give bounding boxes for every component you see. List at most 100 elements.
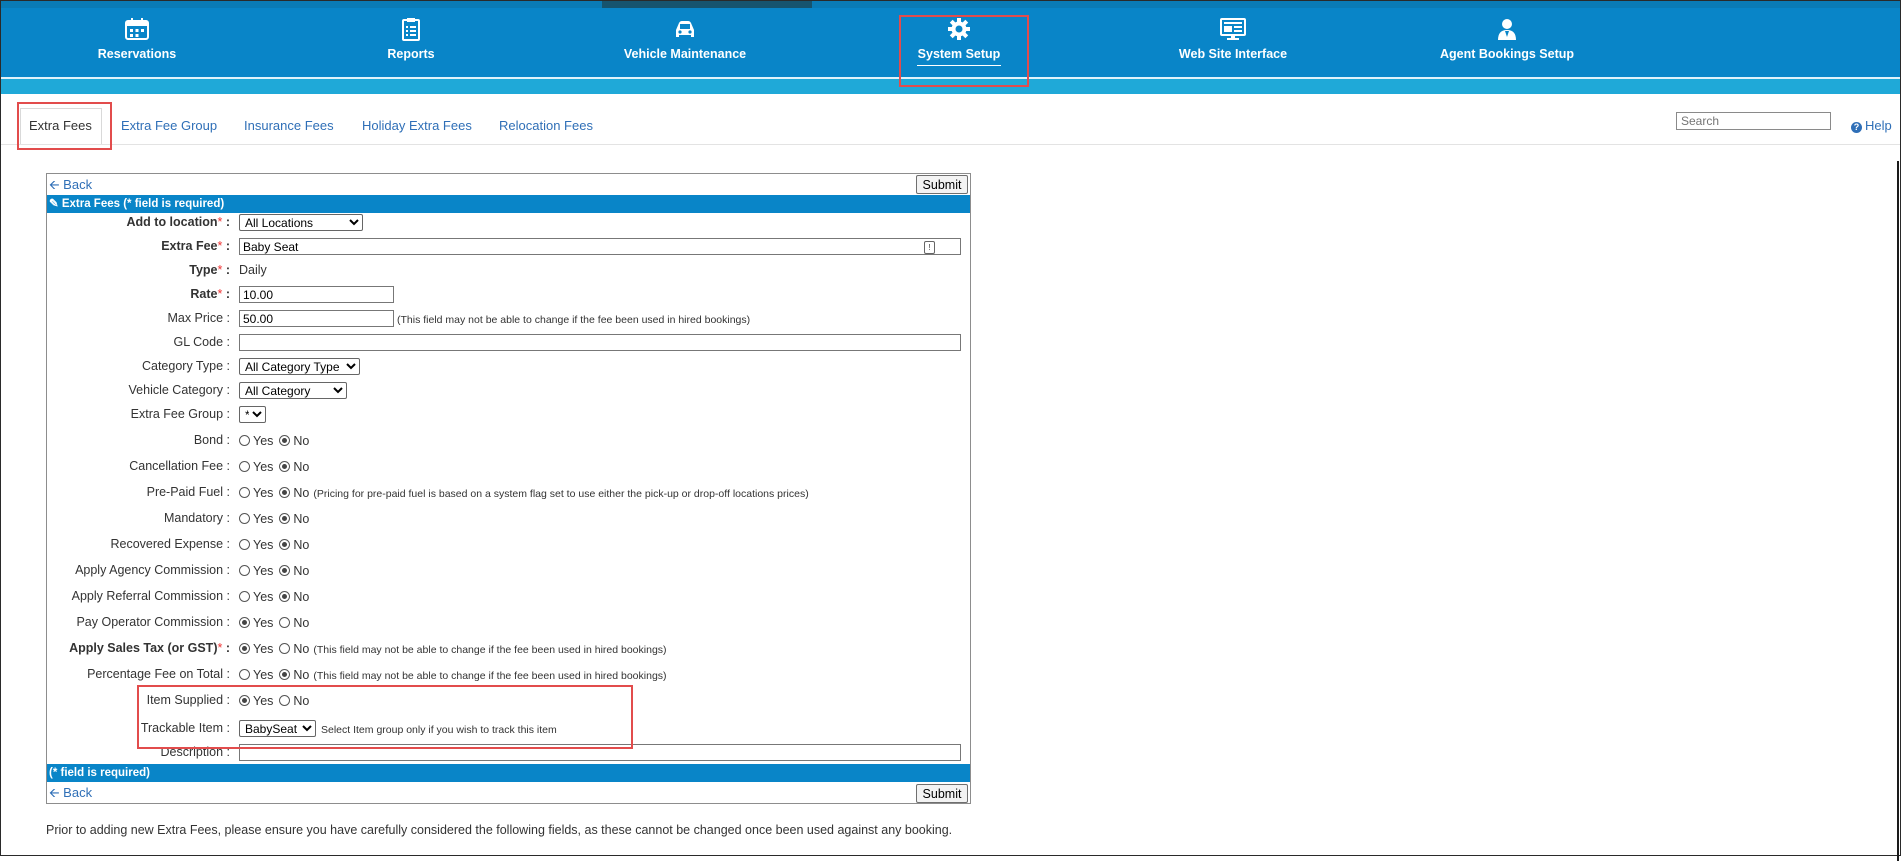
trackable-item-select[interactable]: BabySeat (239, 720, 316, 737)
field-label: Extra Fee* : (161, 239, 230, 253)
question-icon: ? (1851, 122, 1862, 133)
radio-no[interactable] (279, 695, 291, 706)
field-label: Vehicle Category : (128, 383, 230, 397)
back-link-bottom[interactable]: 🡨 Back (49, 784, 92, 806)
radio-label-yes: Yes (253, 668, 274, 682)
category-type-select[interactable]: All Category Type (239, 358, 360, 375)
radio-label-yes: Yes (253, 642, 274, 656)
radio-label-no: No (293, 538, 310, 552)
field-note: (Pricing for pre-paid fuel is based on a… (313, 488, 809, 500)
field-label: Pay Operator Commission : (76, 615, 230, 629)
radio-label-no: No (293, 486, 310, 500)
row-bond: Bond : Yes No (47, 430, 970, 452)
vehicle-category-select[interactable]: All Category (239, 382, 347, 399)
submit-button-bottom[interactable]: Submit (916, 784, 968, 803)
row-apply-referral-commission: Apply Referral Commission : Yes No (47, 586, 970, 608)
radio-yes[interactable] (239, 565, 250, 576)
tab-holiday-extra-fees[interactable]: Holiday Extra Fees (362, 118, 472, 133)
field-label: Cancellation Fee : (129, 459, 230, 473)
gl-code-input[interactable] (239, 334, 961, 351)
radio-no[interactable] (279, 669, 291, 680)
extra-fee-form: 🡨 Back Submit ✎ Extra Fees (* field is r… (46, 173, 971, 804)
radio-yes[interactable] (239, 643, 250, 654)
radio-no[interactable] (279, 435, 291, 446)
back-label: Back (63, 177, 93, 192)
field-label: Item Supplied : (146, 693, 230, 707)
sub-tabs-bar: Extra Fees Extra Fee Group Insurance Fee… (1, 94, 1900, 145)
help-link[interactable]: ? Help (1851, 118, 1892, 133)
radio-label-yes: Yes (253, 486, 274, 500)
tab-insurance-fees[interactable]: Insurance Fees (244, 118, 334, 133)
radio-yes[interactable] (239, 461, 250, 472)
nav-web-site-interface[interactable]: Web Site Interface (1133, 17, 1333, 61)
field-label: Category Type : (141, 359, 230, 373)
radio-no[interactable] (279, 513, 291, 524)
extra-fee-group-select[interactable]: * (239, 406, 266, 423)
radio-yes[interactable] (239, 435, 250, 446)
radio-yes[interactable] (239, 695, 250, 706)
extra-fee-input[interactable] (239, 238, 961, 255)
radio-label-yes: Yes (253, 512, 274, 526)
row-vehicle-category: Vehicle Category : All Category (47, 380, 970, 402)
radio-no[interactable] (279, 539, 291, 550)
tab-extra-fees[interactable]: Extra Fees (29, 118, 92, 133)
nav-vehicle-maintenance[interactable]: Vehicle Maintenance (585, 17, 785, 61)
row-pre-paid-fuel: Pre-Paid Fuel : Yes No (Pricing for pre-pai… (47, 482, 970, 504)
search-input[interactable] (1676, 112, 1831, 130)
nav-agent-bookings-setup[interactable]: Agent Bookings Setup (1407, 17, 1607, 61)
field-label: Apply Sales Tax (or GST)* : (69, 641, 230, 655)
radio-yes[interactable] (239, 669, 250, 680)
footer-notice: Prior to adding new Extra Fees, please e… (46, 823, 953, 837)
row-percentage-fee-on-total: Percentage Fee on Total : Yes No (This fiel… (47, 664, 970, 686)
radio-yes[interactable] (239, 513, 250, 524)
radio-label-no: No (293, 668, 310, 682)
field-label: Max Price : (167, 311, 230, 325)
nav-label: Web Site Interface (1178, 47, 1288, 61)
radio-no[interactable] (279, 591, 291, 602)
form-footer-bar: (* field is required) (47, 764, 970, 782)
radio-label-yes: Yes (253, 434, 274, 448)
radio-yes[interactable] (239, 617, 250, 628)
calendar-icon (125, 18, 149, 40)
max-price-input[interactable] (239, 310, 394, 327)
field-label: Add to location* : (126, 215, 230, 229)
car-icon (676, 21, 694, 37)
nav-reports[interactable]: Reports (311, 17, 511, 61)
radio-label-yes: Yes (253, 538, 274, 552)
radio-no[interactable] (279, 461, 291, 472)
type-value: Daily (239, 263, 267, 277)
radio-no[interactable] (279, 487, 291, 498)
radio-label-yes: Yes (253, 590, 274, 604)
field-label: Extra Fee Group : (130, 407, 230, 421)
row-cancellation-fee: Cancellation Fee : Yes No (47, 456, 970, 478)
nav-system-setup[interactable]: System Setup (859, 17, 1059, 66)
nav-label: System Setup (917, 47, 1001, 61)
radio-no[interactable] (279, 617, 291, 628)
nav-bottom-strip (1, 79, 1900, 94)
tab-extra-fee-group[interactable]: Extra Fee Group (121, 118, 217, 133)
rate-input[interactable] (239, 286, 394, 303)
top-strip-accent (602, 1, 812, 8)
field-label: Recovered Expense : (110, 537, 230, 551)
radio-label-no: No (293, 616, 310, 630)
nav-reservations[interactable]: Reservations (37, 17, 237, 61)
help-label: Help (1865, 118, 1892, 133)
field-label: Percentage Fee on Total : (87, 667, 230, 681)
submit-button-top[interactable]: Submit (916, 175, 968, 194)
row-rate: Rate* : (47, 284, 970, 306)
nav-label: Agent Bookings Setup (1439, 47, 1575, 61)
radio-label-yes: Yes (253, 564, 274, 578)
radio-yes[interactable] (239, 487, 250, 498)
location-select[interactable]: All Locations (239, 214, 363, 231)
gear-icon (948, 18, 970, 40)
radio-no[interactable] (279, 565, 291, 576)
radio-no[interactable] (279, 643, 291, 654)
form-header-bar: ✎ Extra Fees (* field is required) (47, 195, 970, 213)
row-description: Description : (47, 742, 970, 764)
radio-yes[interactable] (239, 591, 250, 602)
top-navigation-bar: Reservations Reports Vehicle Maintenance (1, 1, 1900, 94)
field-note: (This field may not be able to change if… (313, 670, 667, 682)
description-input[interactable] (239, 744, 961, 761)
radio-yes[interactable] (239, 539, 250, 550)
tab-relocation-fees[interactable]: Relocation Fees (499, 118, 593, 133)
